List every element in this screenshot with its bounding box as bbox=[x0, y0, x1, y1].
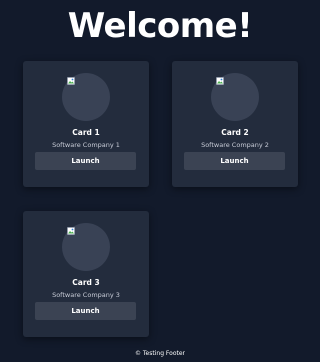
footer-text: © Testing Footer bbox=[135, 350, 185, 357]
card-avatar bbox=[62, 73, 110, 121]
broken-image-icon bbox=[67, 77, 75, 85]
card-3: Card 3 Software Company 3 Launch bbox=[23, 211, 149, 337]
page-title: Welcome! bbox=[67, 6, 253, 46]
launch-button[interactable]: Launch bbox=[35, 302, 136, 320]
card-avatar bbox=[62, 223, 110, 271]
launch-button[interactable]: Launch bbox=[184, 152, 285, 170]
card-1: Card 1 Software Company 1 Launch bbox=[23, 61, 149, 187]
card-avatar bbox=[211, 73, 259, 121]
card-subtitle: Software Company 2 bbox=[201, 141, 269, 149]
card-title: Card 2 bbox=[221, 128, 249, 137]
launch-button[interactable]: Launch bbox=[35, 152, 136, 170]
card-subtitle: Software Company 1 bbox=[52, 141, 120, 149]
card-title: Card 3 bbox=[72, 278, 100, 287]
broken-image-icon bbox=[216, 77, 224, 85]
broken-image-icon bbox=[67, 227, 75, 235]
card-2: Card 2 Software Company 2 Launch bbox=[172, 61, 298, 187]
card-subtitle: Software Company 3 bbox=[52, 291, 120, 299]
card-title: Card 1 bbox=[72, 128, 100, 137]
